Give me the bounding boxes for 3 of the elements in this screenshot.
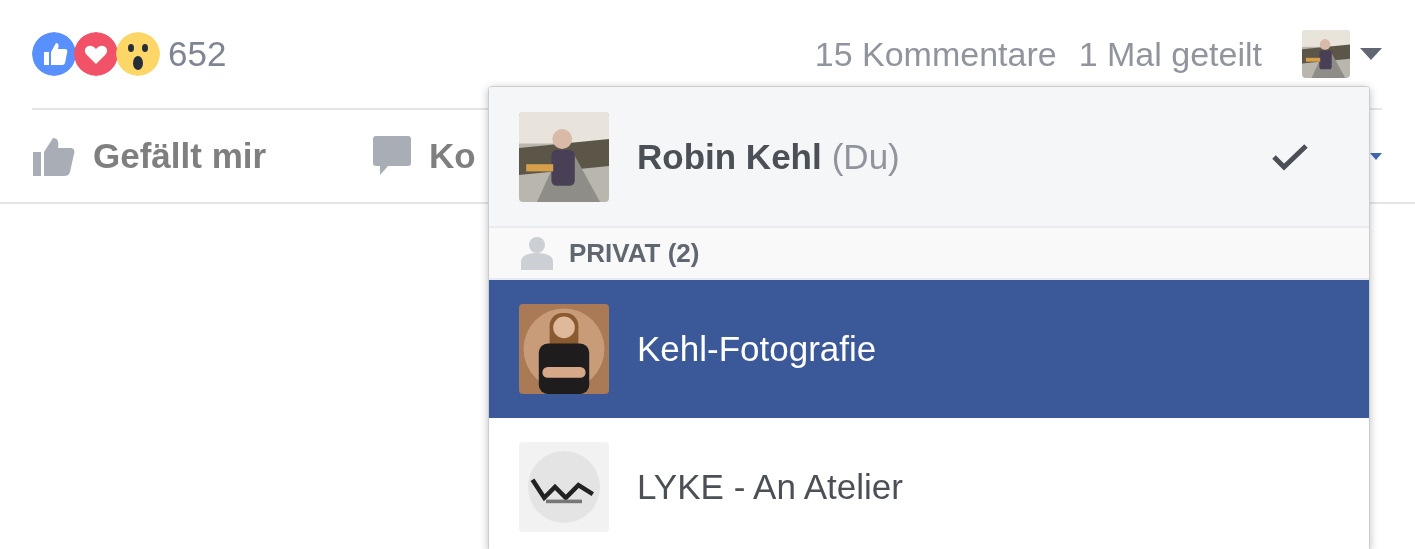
profile-suffix: (Du) xyxy=(831,136,900,177)
section-label: PRIVAT (2) xyxy=(569,237,700,269)
profile-name: Robin Kehl xyxy=(637,136,822,177)
